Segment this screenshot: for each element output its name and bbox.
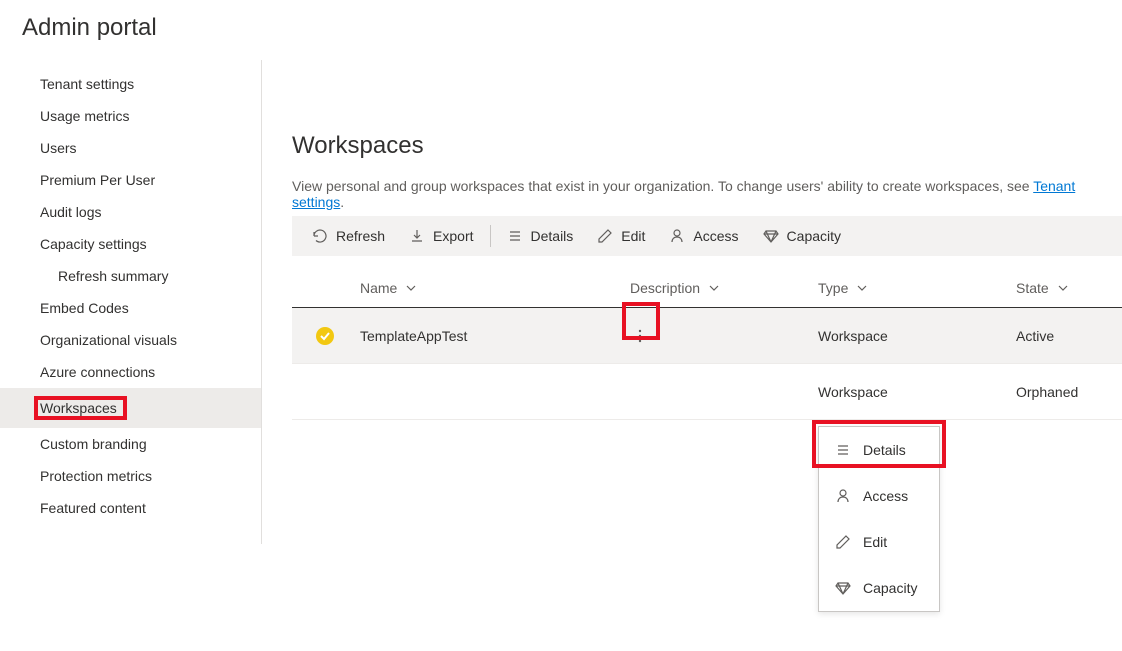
column-description[interactable]: Description [630,280,818,296]
sidebar-item-label: Capacity settings [40,236,147,252]
subtitle-prefix: View personal and group workspaces that … [292,178,1033,194]
pencil-icon [835,534,851,550]
sidebar-item-refresh-summary[interactable]: Refresh summary [0,260,261,292]
person-icon [669,228,685,244]
context-menu: Details Access Edit Capacity [818,426,940,612]
pencil-icon [597,228,613,244]
subtitle-suffix: . [340,194,344,210]
sidebar-item-workspaces[interactable]: Workspaces [0,388,261,428]
refresh-label: Refresh [336,228,385,244]
separator [490,225,491,247]
sidebar-item-label: Embed Codes [40,300,129,316]
cell-state: Active [1016,328,1122,344]
sidebar-item-label: Tenant settings [40,76,134,92]
sidebar-item-label: Users [40,140,77,156]
more-vertical-icon [632,328,648,344]
edit-label: Edit [621,228,645,244]
sidebar-item-embed-codes[interactable]: Embed Codes [0,292,261,324]
chevron-down-icon [405,282,417,294]
sidebar-item-featured-content[interactable]: Featured content [0,492,261,524]
column-name-label: Name [360,280,397,296]
list-icon [507,228,523,244]
diamond-icon [835,580,851,596]
table-header: Name Description Type State [292,268,1122,308]
person-icon [835,488,851,504]
sidebar-item-label: Protection metrics [40,468,152,484]
sidebar-item-tenant-settings[interactable]: Tenant settings [0,68,261,100]
column-type[interactable]: Type [818,280,1016,296]
sidebar-item-label: Refresh summary [58,268,168,284]
context-edit[interactable]: Edit [819,519,939,565]
details-label: Details [531,228,574,244]
main-title: Workspaces [292,132,1122,160]
sidebar-item-audit-logs[interactable]: Audit logs [0,196,261,228]
toolbar: Refresh Export Details Edit [292,216,1122,256]
context-access-label: Access [863,488,908,504]
chevron-down-icon [708,282,720,294]
refresh-button[interactable]: Refresh [300,216,397,256]
export-label: Export [433,228,473,244]
context-details[interactable]: Details [819,427,939,473]
download-icon [409,228,425,244]
sidebar-item-capacity-settings[interactable]: Capacity settings [0,228,261,260]
column-type-label: Type [818,280,848,296]
access-button[interactable]: Access [657,216,750,256]
edit-button[interactable]: Edit [585,216,657,256]
cell-type: Workspace [818,328,1016,344]
check-circle-icon [316,327,334,345]
export-button[interactable]: Export [397,216,485,256]
cell-state: Orphaned [1016,384,1122,400]
context-capacity[interactable]: Capacity [819,565,939,611]
sidebar-item-label: Featured content [40,500,146,516]
access-label: Access [693,228,738,244]
table-row[interactable]: Workspace Orphaned [292,364,1122,420]
sidebar-item-label: Azure connections [40,364,155,380]
cell-type: Workspace [818,384,1016,400]
more-options-button[interactable] [626,322,654,350]
main-content: Workspaces View personal and group works… [262,60,1122,544]
sidebar-item-label: Custom branding [40,436,147,452]
details-button[interactable]: Details [495,216,586,256]
diamond-icon [763,228,779,244]
chevron-down-icon [1057,282,1069,294]
sidebar-item-label: Usage metrics [40,108,129,124]
sidebar-item-label: Organizational visuals [40,332,177,348]
sidebar: Tenant settings Usage metrics Users Prem… [0,60,262,544]
refresh-icon [312,228,328,244]
column-description-label: Description [630,280,700,296]
list-icon [835,442,851,458]
sidebar-item-users[interactable]: Users [0,132,261,164]
sidebar-item-label: Premium Per User [40,172,155,188]
context-edit-label: Edit [863,534,887,550]
column-name[interactable]: Name [360,280,630,296]
column-state-label: State [1016,280,1049,296]
sidebar-item-protection-metrics[interactable]: Protection metrics [0,460,261,492]
sidebar-item-custom-branding[interactable]: Custom branding [0,428,261,460]
sidebar-item-azure-connections[interactable]: Azure connections [0,356,261,388]
capacity-button[interactable]: Capacity [751,216,853,256]
page-title: Admin portal [0,0,1122,42]
cell-name: TemplateAppTest [360,328,630,344]
workspace-table: Name Description Type State [292,268,1122,420]
chevron-down-icon [856,282,868,294]
sidebar-item-label: Audit logs [40,204,101,220]
sidebar-item-usage-metrics[interactable]: Usage metrics [0,100,261,132]
context-access[interactable]: Access [819,473,939,519]
context-details-label: Details [863,442,906,458]
table-row[interactable]: TemplateAppTest Workspace Active [292,308,1122,364]
sidebar-item-organizational-visuals[interactable]: Organizational visuals [0,324,261,356]
subtitle: View personal and group workspaces that … [292,178,1122,210]
sidebar-item-premium-per-user[interactable]: Premium Per User [0,164,261,196]
sidebar-item-label: Workspaces [40,400,117,416]
capacity-label: Capacity [787,228,841,244]
column-state[interactable]: State [1016,280,1122,296]
context-capacity-label: Capacity [863,580,917,596]
